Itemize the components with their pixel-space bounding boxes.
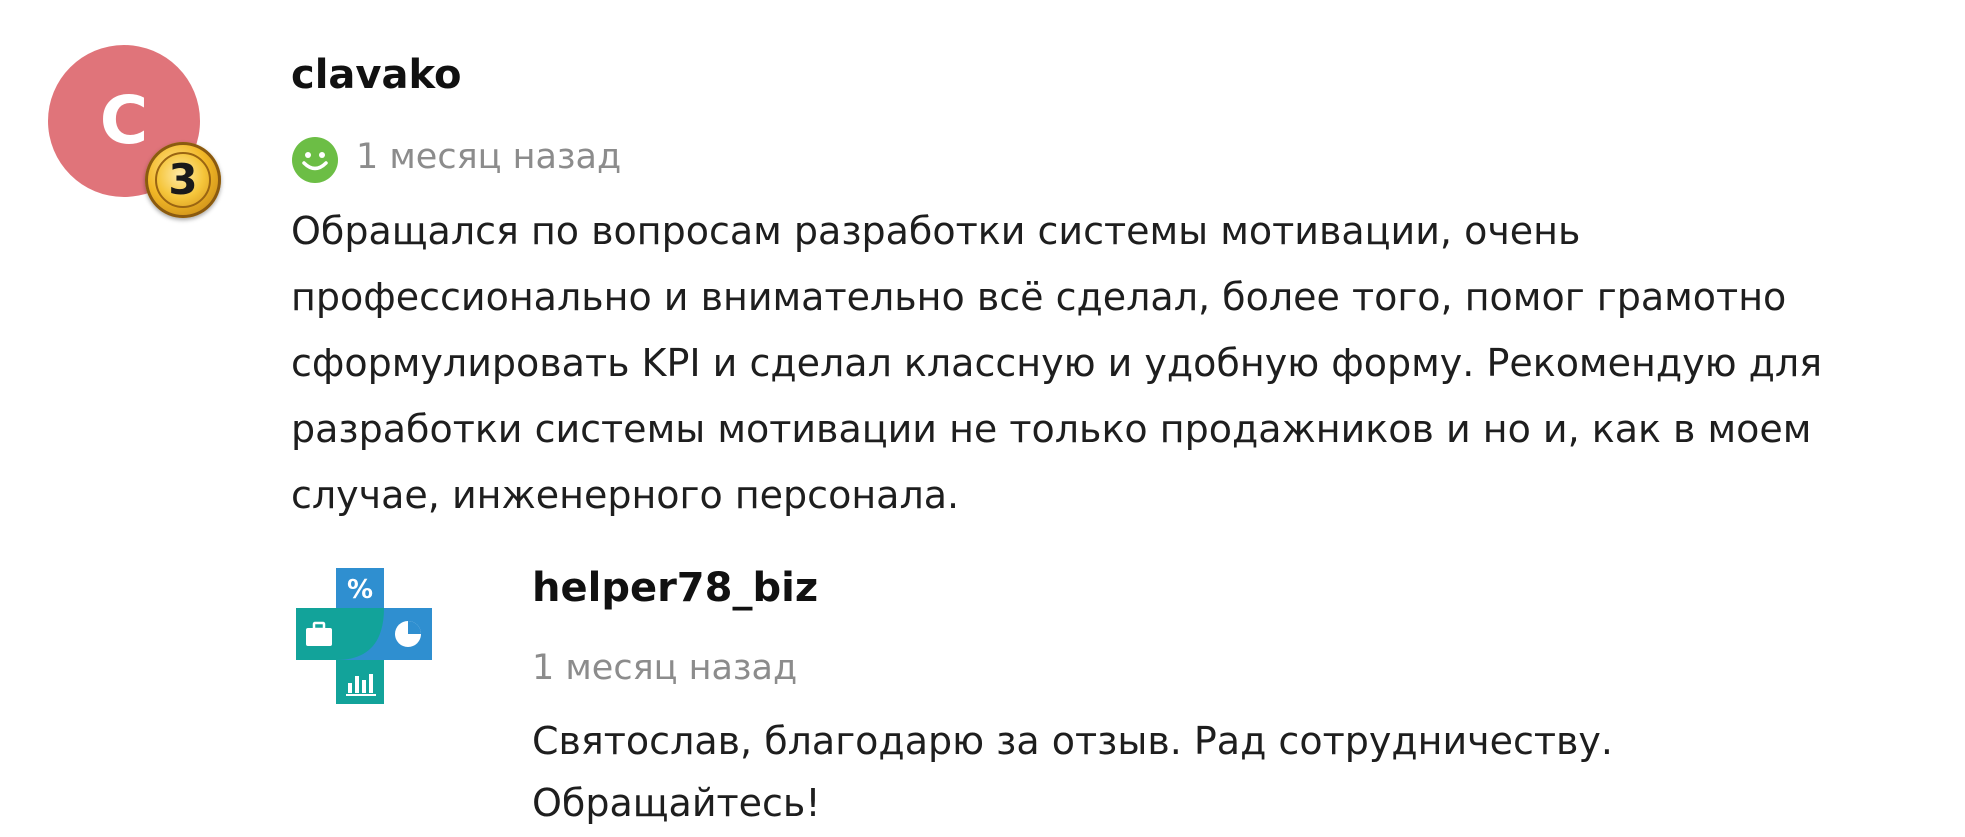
svg-text:%: % [347,575,373,605]
reply-username[interactable]: helper78_biz [532,565,818,611]
level-number: 3 [155,152,211,208]
reply-text: Святослав, благодарю за отзыв. Рад сотру… [532,719,1613,825]
seller-logo-icon[interactable]: % [296,568,432,704]
review-text: Обращался по вопросам разработки системы… [291,209,1823,517]
smiley-face-icon [292,137,338,183]
level-badge: 3 [145,142,221,218]
review-timestamp: 1 месяц назад [356,137,622,177]
review-card: C 3 clavako 1 месяц назад Обращался по в… [0,0,1965,837]
reviewer-username[interactable]: clavako [291,52,462,98]
avatar-letter: C [99,82,149,159]
reply-timestamp: 1 месяц назад [532,648,798,688]
